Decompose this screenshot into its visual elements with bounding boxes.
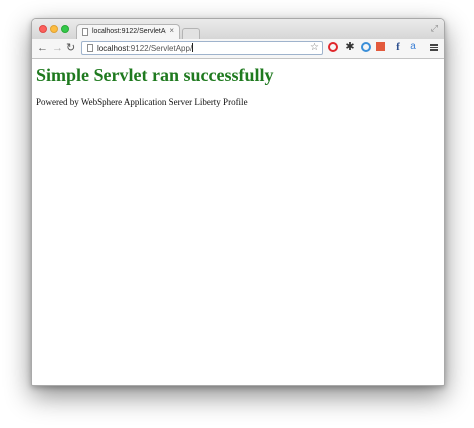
clock-icon[interactable] — [361, 42, 371, 52]
translate-icon[interactable]: a — [407, 42, 419, 52]
fullscreen-icon[interactable]: ⤢ — [431, 23, 438, 33]
address-bar[interactable]: localhost:9122/ServletApp/ ☆ — [81, 41, 323, 55]
screenshot-stage: localhost:9122/ServletApp × ⤢ ← → ↻ loca… — [0, 0, 474, 428]
red-square-icon[interactable] — [376, 42, 385, 51]
text-caret — [192, 43, 194, 52]
browser-window: localhost:9122/ServletApp × ⤢ ← → ↻ loca… — [31, 18, 445, 386]
powered-by-text: Powered by WebSphere Application Server … — [36, 97, 248, 107]
url-text[interactable]: localhost:9122/ServletApp/ — [97, 43, 194, 54]
back-arrow-icon[interactable]: ← — [37, 41, 48, 55]
browser-toolbar: ← → ↻ localhost:9122/ServletApp/ ☆ ✱ f a — [32, 39, 444, 59]
menu-icon[interactable] — [430, 44, 438, 51]
url-path: :9122/ServletApp/ — [128, 44, 193, 53]
page-heading: Simple Servlet ran successfully — [36, 65, 274, 85]
tab-servletapp[interactable]: localhost:9122/ServletApp × — [76, 24, 180, 39]
maximize-window-button[interactable] — [61, 25, 69, 33]
page-icon — [87, 44, 93, 52]
page-favicon-icon — [82, 28, 88, 36]
url-host: localhost — [97, 44, 129, 53]
bookmark-star-icon[interactable]: ☆ — [310, 42, 319, 54]
close-window-button[interactable] — [39, 25, 47, 33]
minimize-window-button[interactable] — [50, 25, 58, 33]
title-bar: localhost:9122/ServletApp × ⤢ — [32, 19, 444, 39]
tab-close-icon[interactable]: × — [169, 26, 174, 36]
new-tab-button[interactable] — [182, 28, 200, 39]
page-content: Simple Servlet ran successfully Powered … — [32, 59, 444, 385]
forward-arrow-icon[interactable]: → — [52, 41, 63, 55]
gear-icon[interactable]: ✱ — [345, 42, 355, 53]
opera-icon[interactable] — [328, 42, 338, 52]
facebook-icon[interactable]: f — [393, 42, 403, 53]
tab-title: localhost:9122/ServletApp — [92, 28, 166, 35]
reload-icon[interactable]: ↻ — [66, 41, 75, 55]
